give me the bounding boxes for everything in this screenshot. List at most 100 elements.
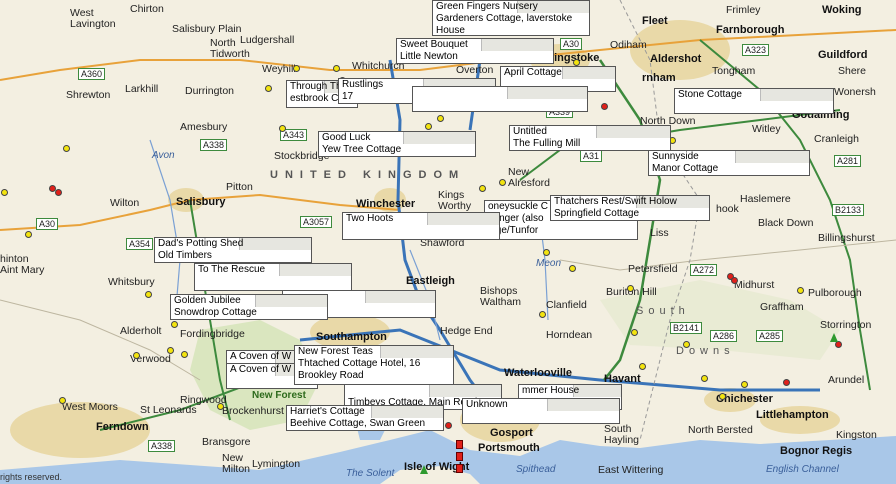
place-label-littlehampton: Littlehampton <box>756 409 829 421</box>
road-shield-a285: A285 <box>756 330 784 342</box>
callout-line: Golden Jubilee <box>174 295 241 306</box>
yellow-marker-icon[interactable] <box>573 59 580 66</box>
place-label-arundel: Arundel <box>828 374 865 386</box>
yellow-marker-icon[interactable] <box>741 381 748 388</box>
place-label-graffham: Graffham <box>760 301 804 313</box>
callout-two-hoots[interactable]: Two Hoots <box>342 212 500 240</box>
yellow-marker-icon[interactable] <box>569 265 576 272</box>
yellow-marker-icon[interactable] <box>171 321 178 328</box>
red-pin-marker-icon[interactable] <box>456 452 463 461</box>
place-label-farnham: rnham <box>642 72 676 84</box>
red-marker-icon[interactable] <box>55 189 62 196</box>
yellow-marker-icon[interactable] <box>333 65 340 72</box>
yellow-marker-icon[interactable] <box>167 347 174 354</box>
place-label-overton: Overton <box>456 64 494 76</box>
yellow-marker-icon[interactable] <box>499 179 506 186</box>
place-label-brockenhurst: Brockenhurst <box>222 405 284 417</box>
callout-good-luck[interactable]: Good Luck Yew Tree Cottage <box>318 131 476 157</box>
road-shield-b2141: B2141 <box>670 322 703 334</box>
yellow-marker-icon[interactable] <box>639 363 646 370</box>
yellow-marker-icon[interactable] <box>631 329 638 336</box>
place-label-shere: Shere <box>838 65 867 77</box>
callout-line: April Cottage <box>504 67 562 78</box>
callout-line <box>416 87 584 99</box>
place-label-english-channel: English Channel <box>766 464 839 475</box>
red-pin-marker-icon[interactable] <box>456 440 463 449</box>
place-label-spithead: Spithead <box>516 464 556 475</box>
callout-snowdrop-cottage[interactable]: Golden Jubilee Snowdrop Cottage <box>170 294 328 320</box>
yellow-marker-icon[interactable] <box>425 123 432 130</box>
place-label-fleet: Fleet <box>642 15 668 27</box>
yellow-marker-icon[interactable] <box>59 397 66 404</box>
place-label-wilton: Wilton <box>110 197 140 209</box>
callout-line: Manor Cottage <box>652 163 719 174</box>
yellow-marker-icon[interactable] <box>145 291 152 298</box>
place-label-odiham: Odiham <box>610 39 647 51</box>
yellow-marker-icon[interactable] <box>539 311 546 318</box>
callout-line: Sweet Bouquet <box>400 39 468 50</box>
place-label-east-wittering: East Wittering <box>598 464 664 476</box>
callout-line: Little Newton <box>400 51 458 62</box>
green-triangle-marker-icon[interactable] <box>830 333 838 342</box>
callout-the-fulling-mill[interactable]: Untitled The Fulling Mill <box>509 125 671 151</box>
yellow-marker-icon[interactable] <box>719 393 726 400</box>
callout-gardeners-cottage[interactable]: Green Fingers Nursery Gardeners Cottage, … <box>432 0 590 36</box>
place-label-alderholt: Alderholt <box>120 325 162 337</box>
callout-manor-cottage[interactable]: Sunnyside Manor Cottage <box>648 150 810 176</box>
callout-thatched-cottage-hotel[interactable]: New Forest Teas Thtached Cottage Hotel, 1… <box>294 345 454 385</box>
yellow-marker-icon[interactable] <box>627 285 634 292</box>
callout-to-the-rescue[interactable]: To The Rescue <box>194 263 352 291</box>
yellow-marker-icon[interactable] <box>265 85 272 92</box>
callout-sweet-bouquet[interactable]: Sweet Bouquet Little Newton <box>396 38 554 64</box>
callout-stone-cottage[interactable]: Stone Cottage <box>674 88 834 114</box>
yellow-marker-icon[interactable] <box>279 125 286 132</box>
yellow-marker-icon[interactable] <box>293 65 300 72</box>
place-label-kings-worthy: Kings Worthy <box>438 189 472 212</box>
callout-old-timbers[interactable]: Dad's Potting Shed Old Timbers <box>154 237 312 263</box>
place-label-liss: Liss <box>650 227 669 239</box>
red-marker-icon[interactable] <box>601 103 608 110</box>
yellow-marker-icon[interactable] <box>1 189 8 196</box>
red-marker-icon[interactable] <box>835 341 842 348</box>
callout-line: Brookley Road <box>298 370 364 381</box>
road-shield-a286: A286 <box>710 330 738 342</box>
yellow-marker-icon[interactable] <box>181 351 188 358</box>
callout-blank-1[interactable] <box>412 86 588 112</box>
yellow-marker-icon[interactable] <box>217 403 224 410</box>
place-label-larkhill: Larkhill <box>125 83 159 95</box>
red-pin-marker-icon[interactable] <box>456 464 463 473</box>
yellow-marker-icon[interactable] <box>479 185 486 192</box>
place-label-haslemere: Haslemere <box>740 193 791 205</box>
red-marker-icon[interactable] <box>731 277 738 284</box>
place-label-fordingbridge: Fordingbridge <box>180 328 245 340</box>
road-shield-a323: A323 <box>742 44 770 56</box>
road-shield-a281: A281 <box>834 155 862 167</box>
callout-line: Dad's Potting Shed <box>158 238 244 249</box>
region-label-region_south: South <box>636 305 690 317</box>
yellow-marker-icon[interactable] <box>63 145 70 152</box>
place-label-west-moors: West Moors <box>62 401 118 413</box>
callout-line: Green Fingers Nursery <box>436 1 538 12</box>
road-shield-a338-1: A338 <box>200 139 228 151</box>
place-label-clanfield: Clanfield <box>546 299 587 311</box>
yellow-marker-icon[interactable] <box>133 352 140 359</box>
place-label-the-solent: The Solent <box>346 468 395 479</box>
callout-springfield-cottage[interactable]: Thatchers Rest/Swift Holow Springfield Co… <box>550 195 710 221</box>
callout-line <box>198 276 348 288</box>
callout-unknown[interactable]: Unknown <box>462 398 620 424</box>
yellow-marker-icon[interactable] <box>701 375 708 382</box>
yellow-marker-icon[interactable] <box>437 115 444 122</box>
red-marker-icon[interactable] <box>445 422 452 429</box>
yellow-marker-icon[interactable] <box>25 231 32 238</box>
map-view[interactable]: UNITED KINGDOM South Downs West Lavington Ch… <box>0 0 896 484</box>
place-label-aldershot: Aldershot <box>650 53 702 65</box>
yellow-marker-icon[interactable] <box>543 249 550 256</box>
place-label-salisbury-plain: Salisbury Plain <box>172 23 242 35</box>
place-label-storrington: Storrington <box>820 319 872 331</box>
green-triangle-marker-icon[interactable] <box>420 465 428 474</box>
callout-beehive-cottage[interactable]: Harriet's Cottage Beehive Cottage, Swan G… <box>286 405 444 431</box>
place-label-new-forest: New Forest <box>252 390 306 401</box>
yellow-marker-icon[interactable] <box>797 287 804 294</box>
yellow-marker-icon[interactable] <box>683 341 690 348</box>
red-marker-icon[interactable] <box>783 379 790 386</box>
